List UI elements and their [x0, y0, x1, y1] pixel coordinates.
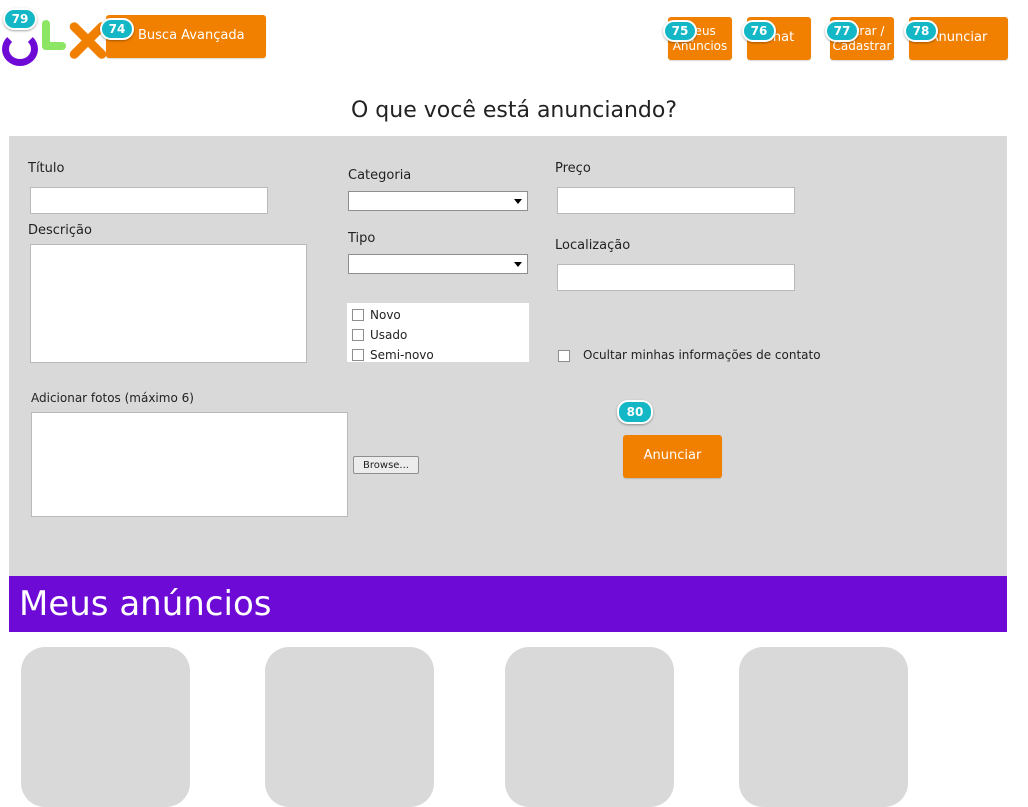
meus-anuncios-heading: Meus anúncios: [9, 576, 1007, 632]
marker-badge-entrar: 77: [825, 20, 859, 42]
tipo-label: Tipo: [348, 231, 376, 246]
marker-badge-chat: 76: [742, 20, 776, 42]
descricao-label: Descrição: [28, 223, 92, 238]
fotos-dropzone[interactable]: [31, 412, 348, 517]
chevron-down-icon: [514, 199, 522, 204]
condicao-checklist: Novo Usado Semi-novo: [347, 303, 529, 362]
fotos-label: Adicionar fotos (máximo 6): [31, 391, 194, 405]
preco-input[interactable]: [557, 187, 795, 214]
ad-card-2[interactable]: [265, 647, 434, 807]
marker-badge-meus-anuncios: 75: [663, 20, 697, 42]
marker-badge-logo: 79: [3, 8, 37, 30]
ad-card-1[interactable]: [21, 647, 190, 807]
marker-badge-anunciar: 78: [904, 20, 938, 42]
categoria-label: Categoria: [348, 168, 412, 183]
ocultar-contato-checkbox[interactable]: [558, 350, 570, 362]
localizacao-input[interactable]: [557, 264, 795, 291]
usado-checkbox[interactable]: [352, 329, 364, 341]
condicao-option-novo[interactable]: Novo: [352, 305, 529, 325]
semi-novo-label: Semi-novo: [370, 348, 434, 362]
tipo-select[interactable]: [348, 254, 528, 274]
marker-badge-busca: 74: [100, 18, 134, 40]
condicao-option-usado[interactable]: Usado: [352, 325, 529, 345]
chevron-down-icon: [514, 262, 522, 267]
ocultar-contato-label: Ocultar minhas informações de contato: [583, 348, 821, 362]
condicao-option-semi-novo[interactable]: Semi-novo: [352, 345, 529, 365]
categoria-select[interactable]: [348, 191, 528, 211]
novo-checkbox[interactable]: [352, 309, 364, 321]
page-title: O que você está anunciando?: [351, 98, 677, 123]
novo-label: Novo: [370, 308, 401, 322]
preco-label: Preço: [555, 161, 591, 176]
usado-label: Usado: [370, 328, 408, 342]
logo-o-shape: [2, 32, 38, 66]
localizacao-label: Localização: [555, 238, 631, 253]
ad-card-4[interactable]: [739, 647, 908, 807]
marker-badge-submit: 80: [617, 400, 653, 424]
browse-button[interactable]: Browse...: [353, 456, 419, 474]
semi-novo-checkbox[interactable]: [352, 349, 364, 361]
descricao-textarea[interactable]: [30, 244, 307, 363]
logo-l-foot: [42, 42, 66, 50]
anunciar-submit-button[interactable]: Anunciar: [623, 435, 722, 478]
titulo-input[interactable]: [30, 187, 268, 214]
titulo-label: Título: [28, 161, 65, 176]
ad-card-3[interactable]: [505, 647, 674, 807]
